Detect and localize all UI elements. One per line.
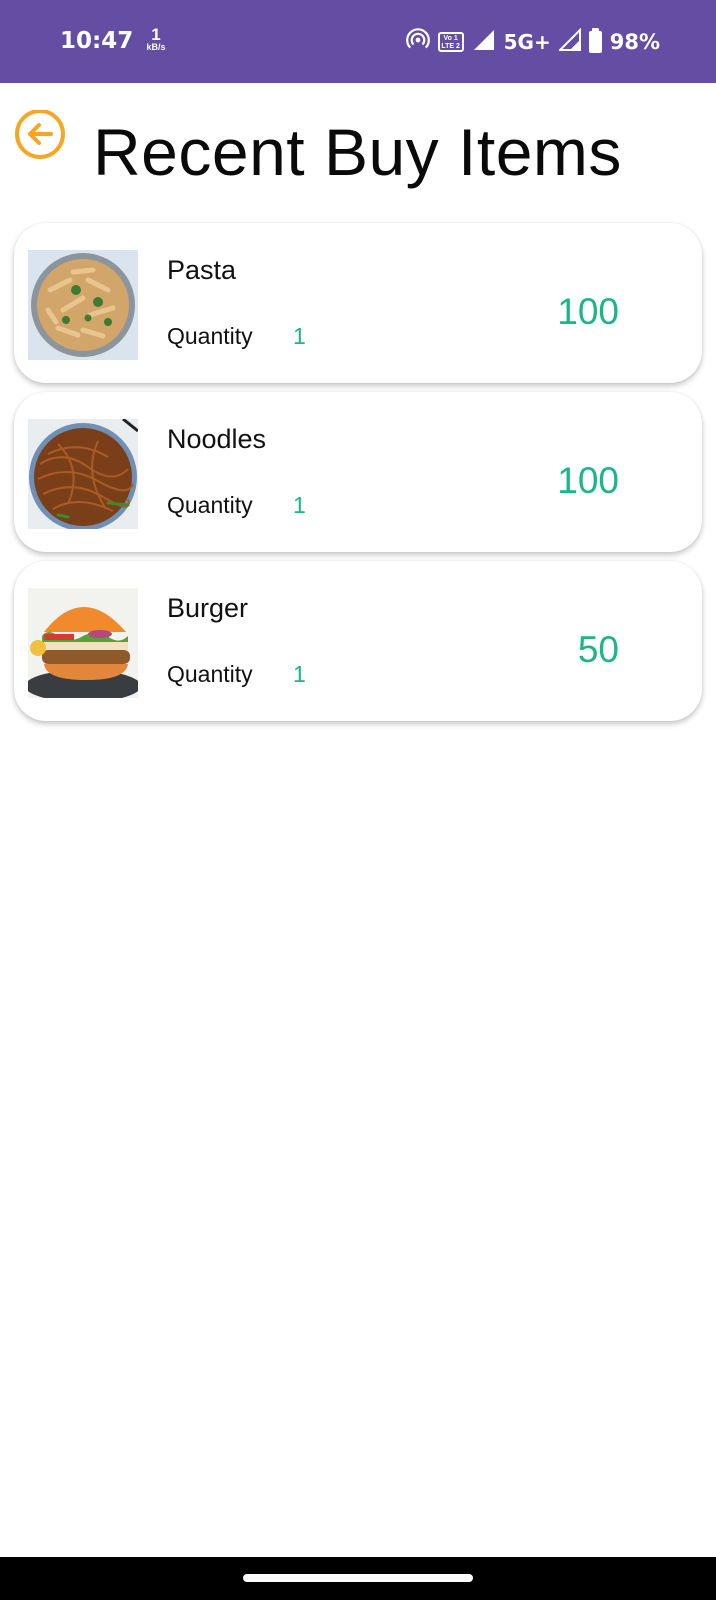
- status-time: 10:47: [60, 28, 134, 54]
- page-title: Recent Buy Items: [93, 115, 622, 189]
- volte-line-1: Vo 1: [443, 35, 458, 42]
- battery-level: 98%: [609, 30, 660, 54]
- item-name: Pasta: [167, 255, 237, 285]
- item-card-burger[interactable]: Burger Quantity 1 50: [14, 561, 702, 721]
- volte-icon: Vo 1 LTE 2: [437, 32, 464, 52]
- burger-image: [28, 588, 138, 698]
- back-button[interactable]: [13, 109, 67, 164]
- item-price: 50: [577, 629, 619, 670]
- network-speed-unit: kB/s: [146, 42, 166, 52]
- quantity-label: Quantity: [167, 661, 253, 687]
- home-handle[interactable]: [243, 1574, 473, 1582]
- volte-line-2: LTE 2: [441, 43, 460, 50]
- battery-icon: [588, 28, 602, 53]
- navigation-bar: [0, 1557, 716, 1600]
- signal-icon: [472, 28, 496, 57]
- arrow-left-circle-icon: [15, 109, 65, 159]
- quantity-label: Quantity: [167, 323, 253, 349]
- network-type: 5G+: [503, 30, 551, 54]
- network-speed: 1 kB/s: [142, 26, 170, 52]
- item-name: Burger: [167, 593, 249, 623]
- item-card-pasta[interactable]: Pasta Quantity 1 100: [14, 223, 702, 383]
- item-name: Noodles: [167, 424, 267, 454]
- quantity-value: 1: [293, 661, 306, 687]
- hotspot-icon: [405, 27, 430, 57]
- pasta-image: [28, 250, 138, 360]
- item-card-noodles[interactable]: Noodles Quantity 1 100: [14, 392, 702, 552]
- quantity-value: 1: [293, 323, 306, 349]
- status-icons: Vo 1 LTE 2 5G+ 98%: [405, 27, 660, 57]
- item-price: 100: [557, 291, 619, 332]
- quantity-label: Quantity: [167, 492, 253, 518]
- item-price: 100: [557, 460, 619, 501]
- network-speed-value: 1: [151, 25, 161, 44]
- signal-icon: [557, 27, 581, 57]
- noodles-image: [28, 419, 138, 529]
- recent-items-list: Pasta Quantity 1 100 Noodles Quantity 1 …: [14, 223, 702, 730]
- quantity-value: 1: [293, 492, 306, 518]
- status-bar: 10:47 1 kB/s Vo 1 LTE 2 5G+ 98%: [0, 0, 716, 83]
